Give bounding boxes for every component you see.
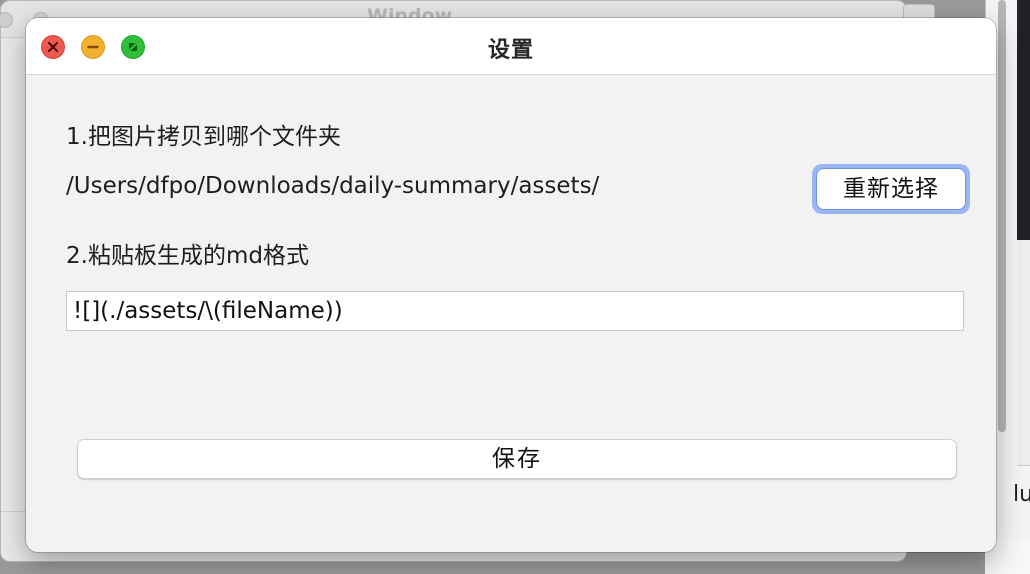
window-title: 设置 [487, 38, 534, 63]
reselect-button[interactable]: 重新选择 [817, 169, 965, 209]
format-label: 2.粘贴板生成的md格式 [66, 243, 309, 269]
background-close-button[interactable] [0, 12, 13, 28]
folder-path: /Users/dfpo/Downloads/daily-summary/asse… [66, 173, 600, 199]
copy-folder-label: 1.把图片拷贝到哪个文件夹 [66, 124, 341, 150]
background-partial-text: lu [1013, 482, 1030, 507]
title-bar: 设置 [26, 18, 996, 75]
settings-window: 设置 1.把图片拷贝到哪个文件夹 /Users/dfpo/Downloads/d… [26, 18, 996, 552]
format-input[interactable] [66, 291, 964, 331]
save-button[interactable]: 保存 [77, 439, 957, 479]
reselect-focus-ring: 重新选择 [812, 164, 970, 214]
background-dark-panel [1017, 0, 1030, 240]
background-list-area [1017, 240, 1030, 466]
background-scrollbar[interactable] [998, 0, 1006, 432]
